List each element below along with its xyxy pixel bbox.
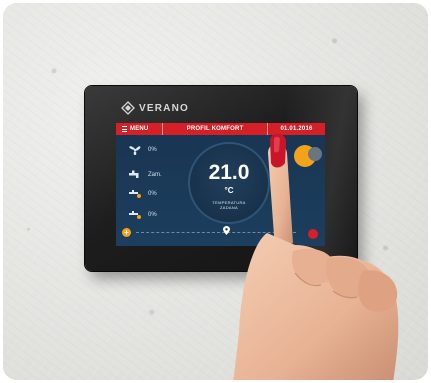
heater-icon (129, 190, 141, 198)
status-value: Zam. (148, 172, 162, 178)
menu-button[interactable]: MENU (116, 126, 162, 132)
tap-icon (129, 170, 139, 178)
brand-name: VERANO (139, 102, 189, 114)
status-value: 0% (148, 147, 157, 153)
pointing-hand (233, 133, 399, 380)
menu-label: MENU (130, 126, 149, 132)
profile-label[interactable]: PROFIL KOMFORT (163, 126, 267, 132)
date-label: 01.01.2016 (280, 126, 313, 132)
verano-logo-icon (121, 101, 135, 115)
status-value: 0% (148, 191, 157, 197)
valve-icon (129, 211, 141, 219)
hamburger-icon (122, 126, 127, 132)
status-row-tap[interactable]: Zam. (128, 170, 162, 180)
status-row-valve[interactable]: 0% (128, 210, 157, 220)
fan-icon (129, 146, 141, 155)
status-value: 0% (148, 212, 157, 218)
photo-frame: VERANO MENU PROFIL KOMFORT 01.01.2016 0%… (3, 3, 428, 380)
status-row-heater[interactable]: 0% (128, 189, 157, 199)
brand: VERANO (121, 101, 189, 115)
status-row-fan[interactable]: 0% (128, 145, 157, 155)
plus-icon[interactable]: + (122, 228, 131, 237)
